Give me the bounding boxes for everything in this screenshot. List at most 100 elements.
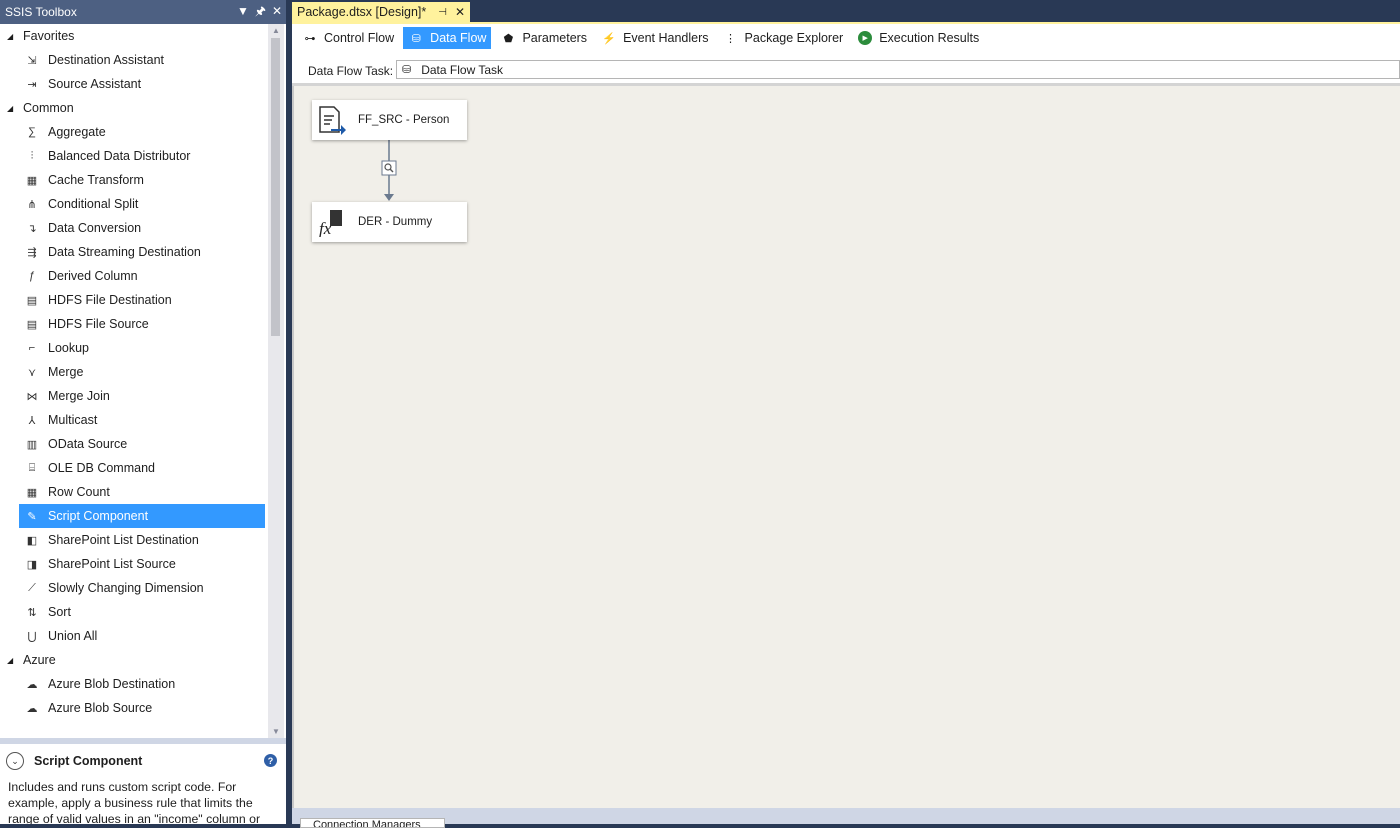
connection-managers-tab[interactable]: Connection Managers xyxy=(300,818,445,828)
toolbox-item[interactable]: ∑ Aggregate xyxy=(0,120,268,144)
oledb-command-icon: ⌸ xyxy=(28,461,36,474)
toolbox-item[interactable]: ⟋ Slowly Changing Dimension xyxy=(0,576,268,600)
tab-label: Execution Results xyxy=(879,31,980,45)
toolbox-item-label: Merge xyxy=(48,365,84,379)
toolbox-item[interactable]: ✎ Script Component xyxy=(19,504,265,528)
row-count-icon: ▦ xyxy=(26,486,38,499)
dropdown-icon[interactable]: ▼ xyxy=(237,4,249,18)
category-azure[interactable]: ◢ Azure xyxy=(0,648,268,672)
toolbox-item[interactable]: ⇅ Sort xyxy=(0,600,268,624)
toolbox-item-label: Merge Join xyxy=(48,389,110,403)
category-common[interactable]: ◢ Common xyxy=(0,96,268,120)
close-icon[interactable]: ✕ xyxy=(272,4,282,18)
toolbox-item[interactable]: ⌸ OLE DB Command xyxy=(0,456,268,480)
tab-label: Event Handlers xyxy=(623,31,709,45)
toolbox-item[interactable]: ↴ Data Conversion xyxy=(0,216,268,240)
play-icon: ▶ xyxy=(858,31,873,45)
toolbox-item-label: Script Component xyxy=(48,509,149,523)
tab-label: Parameters xyxy=(522,31,588,45)
pin-icon[interactable]: 🖈 xyxy=(255,4,266,18)
script-component-icon: ✎ xyxy=(27,510,37,523)
toolbox-title: SSIS Toolbox xyxy=(5,5,77,19)
toolbox-titlebar: SSIS Toolbox ▼ 🖈 ✕ xyxy=(0,0,286,24)
scroll-up-icon[interactable]: ▲ xyxy=(272,26,280,35)
multicast-icon: ⅄ xyxy=(28,414,36,427)
chevron-down-icon[interactable]: ⌄ xyxy=(6,752,24,770)
flat-file-source-icon xyxy=(317,105,347,135)
merge-icon: ⋎ xyxy=(27,366,37,379)
toolbox-item[interactable]: ⋈ Merge Join xyxy=(0,384,268,408)
tab-execution-results[interactable]: ▶ Execution Results xyxy=(852,27,984,49)
toolbox-item[interactable]: ⋔ Conditional Split xyxy=(0,192,268,216)
toolbox-item-label: Data Streaming Destination xyxy=(48,245,201,259)
toolbox-item[interactable]: ⅄ Multicast xyxy=(0,408,268,432)
data-flow-task-icon: ⛁ xyxy=(402,64,412,76)
toolbox-item-label: Multicast xyxy=(48,413,98,427)
toolbox-item[interactable]: ▤ HDFS File Destination xyxy=(0,288,268,312)
toolbox-item[interactable]: ⇥ Source Assistant xyxy=(0,72,268,96)
category-label: Common xyxy=(23,101,74,115)
tab-data-flow[interactable]: ⛁ Data Flow xyxy=(403,27,492,49)
toolbox-item[interactable]: ⌐ Lookup xyxy=(0,336,268,360)
expand-triangle-icon[interactable]: ◢ xyxy=(7,32,17,41)
close-icon[interactable]: ✕ xyxy=(455,5,465,19)
pin-icon[interactable]: ⊣ xyxy=(438,7,447,18)
document-tab[interactable]: Package.dtsx [Design]* ⊣ ✕ xyxy=(292,2,471,22)
hdfs-destination-icon: ▤ xyxy=(26,294,38,307)
component-ff-src-person[interactable]: FF_SRC - Person xyxy=(312,100,467,140)
sharepoint-destination-icon: ◧ xyxy=(26,534,38,547)
toolbox-item[interactable]: ƒ Derived Column xyxy=(0,264,268,288)
tab-parameters[interactable]: ⬟ Parameters xyxy=(495,27,592,49)
category-label: Favorites xyxy=(23,29,75,43)
tab-control-flow[interactable]: ⊶ Control Flow xyxy=(297,27,399,49)
toolbox-item-label: Aggregate xyxy=(48,125,106,139)
derived-column-icon: fx xyxy=(317,207,347,237)
task-select[interactable]: ⛁ Data Flow Task xyxy=(396,60,1400,79)
toolbox-item[interactable]: ⋎ Merge xyxy=(0,360,268,384)
toolbox-item[interactable]: ☁ Azure Blob Source xyxy=(0,696,268,720)
package-explorer-icon: ⋮ xyxy=(725,32,737,45)
data-conversion-icon: ↴ xyxy=(27,222,37,235)
toolbox-scrollbar[interactable]: ▲ ▼ xyxy=(268,24,284,738)
toolbox-item[interactable]: ⇶ Data Streaming Destination xyxy=(0,240,268,264)
document-tab-title: Package.dtsx [Design]* xyxy=(297,5,427,19)
toolbox-item-label: Row Count xyxy=(48,485,110,499)
toolbox-item[interactable]: ☁ Azure Blob Destination xyxy=(0,672,268,696)
tab-package-explorer[interactable]: ⋮ Package Explorer xyxy=(718,27,849,49)
toolbox-item-label: Cache Transform xyxy=(48,173,144,187)
toolbox-item-label: Destination Assistant xyxy=(48,53,165,67)
toolbox-item[interactable]: ⋃ Union All xyxy=(0,624,268,648)
toolbox-item[interactable]: ▦ Row Count xyxy=(0,480,268,504)
category-favorites[interactable]: ◢ Favorites xyxy=(0,24,268,48)
design-canvas[interactable]: FF_SRC - Person fx DER - Dummy xyxy=(292,86,1400,808)
category-label: Azure xyxy=(23,653,56,667)
toolbox-item-label: HDFS File Source xyxy=(48,317,149,331)
task-label: Data Flow Task: xyxy=(308,64,394,78)
description-title: Script Component xyxy=(34,754,143,768)
component-der-dummy[interactable]: fx DER - Dummy xyxy=(312,202,467,242)
toolbox-item[interactable]: ▤ HDFS File Source xyxy=(0,312,268,336)
data-streaming-icon: ⇶ xyxy=(27,246,37,259)
azure-blob-destination-icon: ☁ xyxy=(26,678,38,691)
control-flow-icon: ⊶ xyxy=(304,32,316,45)
scroll-down-icon[interactable]: ▼ xyxy=(272,727,280,736)
toolbox-item[interactable]: ▥ OData Source xyxy=(0,432,268,456)
expand-triangle-icon[interactable]: ◢ xyxy=(7,104,17,113)
toolbox-item[interactable]: ◨ SharePoint List Source xyxy=(0,552,268,576)
expand-triangle-icon[interactable]: ◢ xyxy=(7,656,17,665)
parameters-icon: ⬟ xyxy=(503,32,514,45)
hdfs-source-icon: ▤ xyxy=(26,318,38,331)
toolbox-item[interactable]: ◧ SharePoint List Destination xyxy=(0,528,268,552)
toolbox-item-label: HDFS File Destination xyxy=(48,293,172,307)
scrollbar-thumb[interactable] xyxy=(271,38,280,336)
execution-results-icon: ▶ xyxy=(857,30,873,46)
tab-event-handlers[interactable]: ⚡ Event Handlers xyxy=(596,27,713,49)
toolbox-item[interactable]: ⫶ Balanced Data Distributor xyxy=(0,144,268,168)
toolbox-item[interactable]: ▦ Cache Transform xyxy=(0,168,268,192)
toolbox-item[interactable]: ⇲ Destination Assistant xyxy=(0,48,268,72)
lookup-icon: ⌐ xyxy=(28,342,36,354)
help-icon[interactable]: ? xyxy=(264,754,277,767)
toolbox-item-label: Data Conversion xyxy=(48,221,142,235)
description-pane: ⌄ Script Component ? Includes and runs c… xyxy=(0,744,286,824)
balanced-distributor-icon: ⫶ xyxy=(30,149,34,162)
